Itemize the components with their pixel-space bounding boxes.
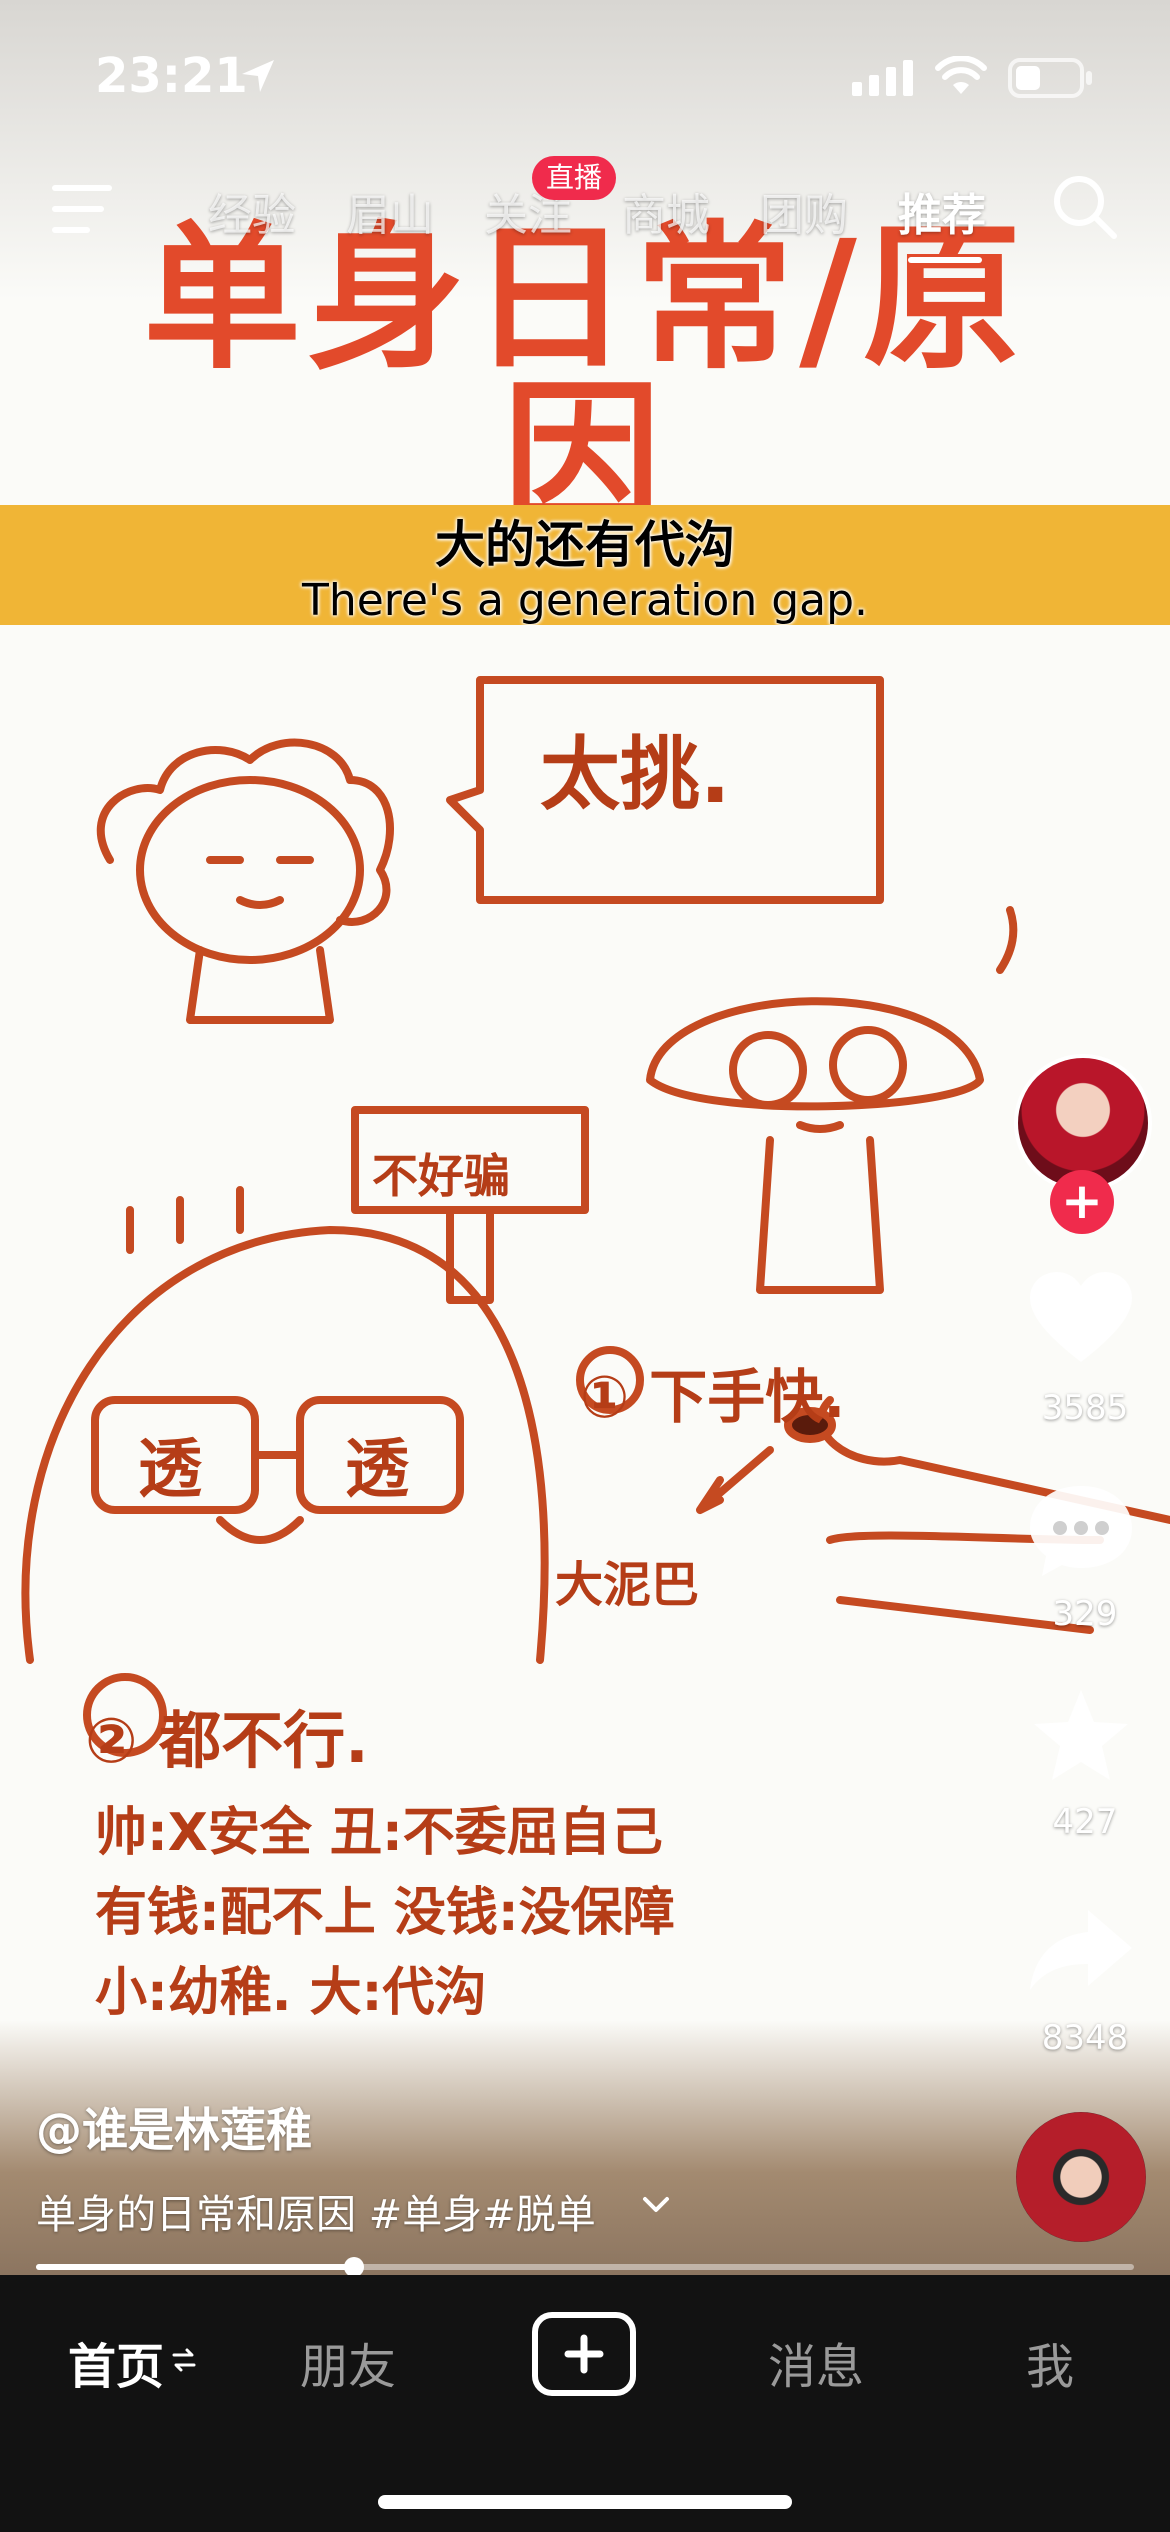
star-icon[interactable] (1026, 1686, 1136, 1786)
big-face (21, 1226, 549, 1664)
reason-line-2: 有钱:配不上 没钱:没保障 (95, 1883, 675, 1943)
music-disc[interactable] (1016, 2112, 1146, 2242)
author-name[interactable]: @谁是林莲稚 (36, 2094, 312, 2160)
swap-icon[interactable] (172, 2345, 196, 2375)
point-two-text: ② 都不行. (85, 1704, 369, 1777)
create-button[interactable] (532, 2312, 636, 2396)
video-progress-bar[interactable] (36, 2257, 1134, 2277)
search-icon[interactable] (1050, 172, 1120, 242)
active-tab-indicator (908, 257, 982, 263)
home-indicator (378, 2495, 792, 2509)
wifi-icon (935, 56, 987, 94)
tab-home[interactable]: 首页 (68, 2327, 164, 2397)
video-player[interactable]: 单身日常/原因 大的还有代沟 There's a generation gap. (0, 0, 1170, 2275)
cellular-signal-icon (852, 60, 913, 96)
bottom-tab-bar: 首页 朋友 消息 我 (0, 2275, 1170, 2532)
point-one-text: ① 下手快. (580, 1363, 846, 1431)
woman-face (136, 776, 364, 964)
comment-icon[interactable] (1026, 1480, 1136, 1580)
comment-count: 329 (1052, 1594, 1118, 1634)
video-title-art: 单身日常/原因 (143, 207, 1027, 549)
tab-experience[interactable]: 经验 (208, 179, 296, 243)
tab-mall[interactable]: 商城 (622, 179, 710, 243)
tab-friends[interactable]: 朋友 (300, 2327, 396, 2397)
heart-icon[interactable] (1026, 1270, 1136, 1370)
reason-line-3: 小:幼稚. 大:代沟 (95, 1963, 487, 2023)
glasses-left-text: 透 (138, 1433, 202, 1507)
mushroom-head (646, 997, 984, 1111)
follow-button[interactable]: + (1050, 1170, 1114, 1234)
status-time: 23:21 (95, 48, 248, 104)
favorite-count: 427 (1052, 1802, 1118, 1842)
plus-icon (564, 2334, 604, 2374)
tab-me[interactable]: 我 (1026, 2327, 1074, 2397)
tab-meishan[interactable]: 眉山 (346, 179, 434, 243)
menu-icon[interactable] (52, 183, 116, 235)
chevron-down-icon[interactable] (642, 2195, 670, 2215)
live-badge[interactable]: 直播 (532, 156, 617, 200)
tab-group-buy[interactable]: 团购 (760, 179, 848, 243)
like-count: 3585 (1041, 1388, 1129, 1428)
subtitle-english: There's a generation gap. (301, 575, 869, 626)
glasses-right-text: 透 (345, 1433, 409, 1507)
subtitle-chinese: 大的还有代沟 (435, 516, 735, 574)
dirt-label-text: 大泥巴 (555, 1557, 700, 1613)
reason-line-1: 帅:X安全 丑:不委屈自己 (95, 1803, 663, 1863)
sign-text: 不好骗 (372, 1149, 510, 1203)
location-arrow-icon (242, 60, 274, 92)
video-description[interactable]: 单身的日常和原因 #单身#脱单 (36, 2182, 596, 2240)
share-count: 8348 (1041, 2018, 1129, 2058)
progress-fill (36, 2264, 355, 2270)
tab-recommended[interactable]: 推荐 (898, 179, 986, 243)
share-icon[interactable] (1026, 1906, 1136, 1996)
tab-messages[interactable]: 消息 (768, 2327, 864, 2397)
status-bar: 23:21 (0, 0, 1170, 150)
bubble-text: 太挑. (540, 728, 731, 821)
battery-icon (1008, 58, 1092, 98)
